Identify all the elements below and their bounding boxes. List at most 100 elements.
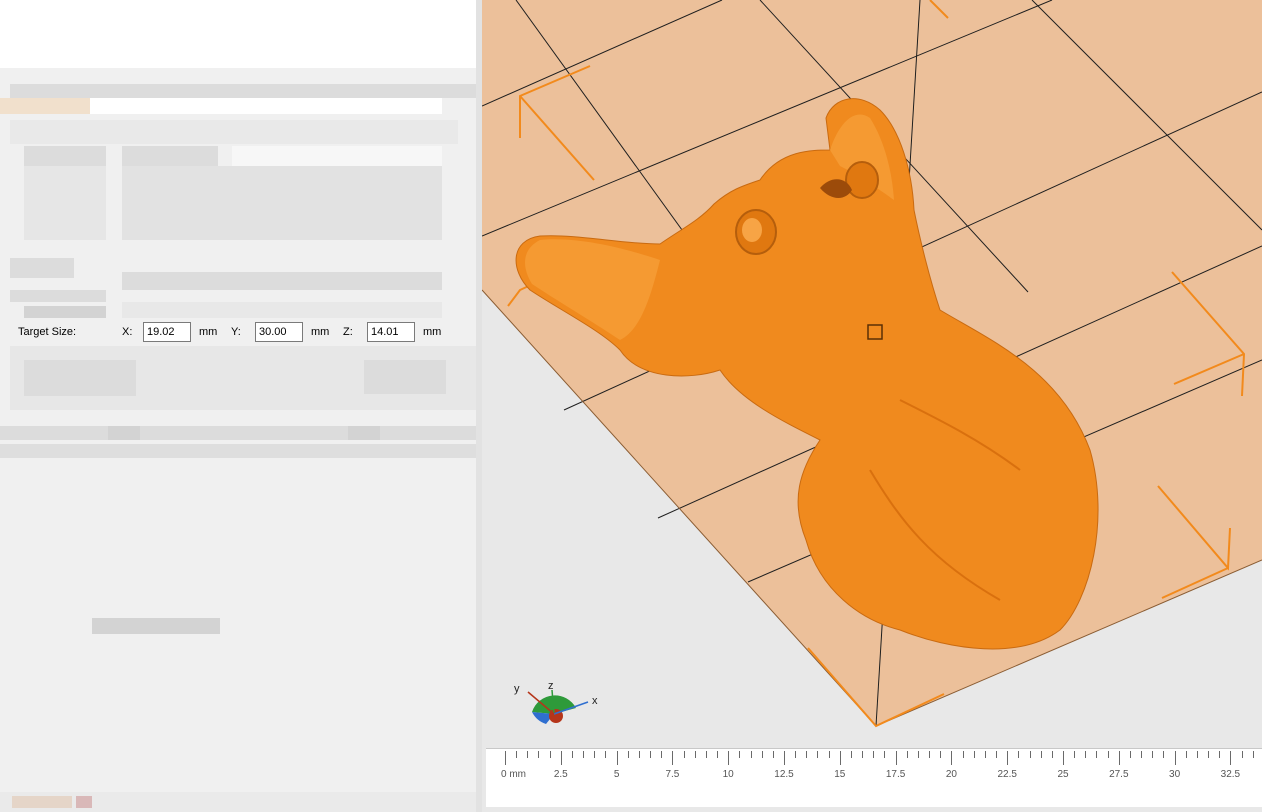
ruler-tick bbox=[728, 751, 730, 765]
ruler-tick bbox=[1085, 751, 1087, 758]
ruler-tick bbox=[806, 751, 808, 758]
target-size-x-input[interactable] bbox=[143, 322, 191, 342]
ruler-tick bbox=[638, 751, 640, 758]
blurred-toolbar bbox=[0, 426, 480, 440]
ruler-tick bbox=[650, 751, 652, 758]
ruler-tick bbox=[895, 751, 897, 765]
ruler-tick bbox=[1241, 751, 1243, 758]
bottom-strip bbox=[0, 792, 476, 812]
ruler-tick bbox=[973, 751, 975, 758]
ruler-tick bbox=[906, 751, 908, 758]
ruler: 0 mm 2.5 5 7.5 10 12.5 15 17.5 20 22.5 25 27.5 30 32.… bbox=[486, 748, 1262, 807]
ruler-tick bbox=[672, 751, 674, 765]
scene-svg: z y x bbox=[482, 0, 1262, 728]
blurred-row bbox=[122, 302, 442, 318]
blurred-label bbox=[24, 306, 106, 318]
ruler-tick bbox=[1051, 751, 1053, 758]
ruler-tick-label: 0 mm bbox=[501, 769, 526, 780]
x-label: X: bbox=[122, 326, 133, 338]
axis-label-z: z bbox=[548, 680, 554, 692]
panel-header-area bbox=[0, 0, 476, 68]
blurred-field[interactable] bbox=[232, 146, 442, 166]
blurred-status bbox=[12, 796, 72, 808]
z-label: Z: bbox=[343, 326, 353, 338]
target-size-y-input[interactable] bbox=[255, 322, 303, 342]
z-unit-label: mm bbox=[423, 326, 442, 338]
ruler-tick-label: 32.5 bbox=[1220, 769, 1241, 780]
blurred-row bbox=[122, 272, 442, 290]
ruler-tick bbox=[538, 751, 540, 758]
ruler-tick bbox=[1152, 751, 1154, 758]
ruler-tick bbox=[784, 751, 785, 765]
ruler-tick bbox=[1230, 751, 1232, 765]
ruler-tick bbox=[627, 751, 629, 758]
ruler-tick bbox=[1107, 751, 1109, 758]
ruler-tick bbox=[1129, 751, 1131, 758]
ruler-tick bbox=[940, 751, 942, 758]
blurred-block bbox=[122, 166, 442, 240]
ruler-tick bbox=[717, 751, 719, 758]
ruler-tick bbox=[795, 751, 797, 758]
blurred-toolbar bbox=[10, 84, 476, 98]
blurred-control[interactable] bbox=[348, 426, 380, 440]
ruler-tick-label: 5 bbox=[613, 769, 620, 780]
ruler-tick-label: 30 bbox=[1169, 769, 1181, 780]
target-size-z-input[interactable] bbox=[367, 322, 415, 342]
blurred-row bbox=[10, 120, 458, 144]
ruler-tick bbox=[683, 751, 685, 758]
ruler-tick bbox=[1174, 751, 1176, 765]
blurred-label bbox=[92, 618, 220, 634]
ruler-tick bbox=[1096, 751, 1098, 758]
ruler-tick bbox=[873, 751, 875, 758]
blurred-separator bbox=[0, 444, 480, 458]
move-handle-icon[interactable] bbox=[867, 324, 883, 340]
ruler-tick bbox=[996, 751, 998, 758]
ruler-tick bbox=[661, 751, 663, 758]
ruler-tick-label: 25 bbox=[1057, 769, 1069, 780]
blurred-label bbox=[10, 290, 106, 302]
ruler-tick bbox=[594, 751, 596, 758]
blurred-tab-active[interactable] bbox=[0, 98, 90, 114]
3d-viewport[interactable]: z y x bbox=[482, 0, 1262, 812]
ruler-tick bbox=[1029, 751, 1031, 758]
target-size-label: Target Size: bbox=[18, 326, 77, 338]
ruler-tick-label: 20 bbox=[945, 769, 957, 780]
ruler-tick bbox=[549, 751, 551, 758]
ruler-tick bbox=[862, 751, 864, 758]
ruler-tick bbox=[739, 751, 741, 758]
ruler-tick bbox=[817, 751, 819, 758]
ruler-tick bbox=[1208, 751, 1210, 758]
blurred-button[interactable] bbox=[364, 360, 446, 394]
blurred-button[interactable] bbox=[24, 360, 136, 396]
left-panel: Target Size: X: mm Y: mm Z: mm bbox=[0, 0, 482, 812]
ruler-tick bbox=[850, 751, 852, 758]
ruler-tick bbox=[1018, 751, 1020, 758]
axis-label-y: y bbox=[514, 683, 520, 695]
y-label: Y: bbox=[231, 326, 241, 338]
ruler-tick bbox=[1074, 751, 1076, 758]
y-unit-label: mm bbox=[311, 326, 330, 338]
blurred-control[interactable] bbox=[108, 426, 140, 440]
ruler-tick bbox=[605, 751, 607, 758]
ruler-tick bbox=[917, 751, 919, 758]
ruler-tick-label: 7.5 bbox=[665, 769, 680, 780]
ruler-tick-label: 22.5 bbox=[997, 769, 1017, 780]
blurred-field[interactable] bbox=[90, 98, 442, 114]
ruler-tick bbox=[505, 751, 506, 765]
ruler-tick bbox=[1063, 751, 1064, 765]
ruler-tick bbox=[705, 751, 707, 758]
ruler-tick bbox=[828, 751, 830, 758]
ruler-tick bbox=[616, 751, 618, 765]
ruler-tick bbox=[1007, 751, 1009, 765]
ruler-tick bbox=[772, 751, 774, 758]
ruler-tick bbox=[761, 751, 763, 758]
blurred-status bbox=[76, 796, 92, 808]
ruler-tick bbox=[962, 751, 964, 758]
ruler-tick bbox=[1196, 751, 1198, 758]
ruler-tick bbox=[571, 751, 573, 758]
ruler-tick bbox=[884, 751, 886, 758]
ruler-tick bbox=[1118, 751, 1120, 765]
blurred-label bbox=[24, 146, 106, 166]
axis-orientation-icon: z y x bbox=[514, 680, 598, 724]
ruler-tick bbox=[1185, 751, 1187, 758]
